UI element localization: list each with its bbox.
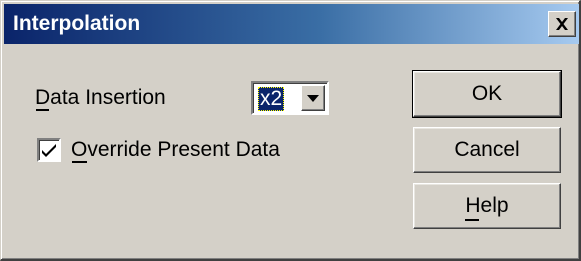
data-insertion-label: Data Insertion	[35, 85, 166, 111]
override-label[interactable]: Override Present Data	[71, 137, 280, 163]
title-bar[interactable]: Interpolation	[4, 4, 579, 44]
mnemonic-underline-h	[465, 219, 479, 221]
override-checkbox[interactable]	[37, 138, 61, 162]
cancel-button[interactable]: Cancel	[413, 127, 561, 173]
mnemonic-underline-o	[72, 161, 87, 163]
help-button[interactable]: Help	[413, 183, 561, 229]
interpolation-dialog: Interpolation Data Insertion x2 Override…	[0, 0, 581, 261]
close-icon	[556, 18, 568, 30]
override-text: Override Present Data	[71, 138, 280, 161]
help-label: Help	[465, 194, 509, 217]
mnemonic-underline-d	[36, 109, 49, 111]
close-button[interactable]	[548, 11, 576, 37]
chevron-down-icon	[307, 94, 319, 102]
data-insertion-select[interactable]: x2	[251, 81, 329, 115]
cancel-label: Cancel	[454, 138, 520, 161]
data-insertion-text: Data Insertion	[35, 86, 166, 109]
ok-label: OK	[471, 82, 503, 105]
ok-button[interactable]: OK	[412, 70, 562, 118]
dropdown-button[interactable]	[301, 85, 325, 111]
data-insertion-value: x2	[258, 87, 285, 111]
checkmark-icon	[42, 144, 56, 157]
dialog-title: Interpolation	[13, 12, 141, 35]
